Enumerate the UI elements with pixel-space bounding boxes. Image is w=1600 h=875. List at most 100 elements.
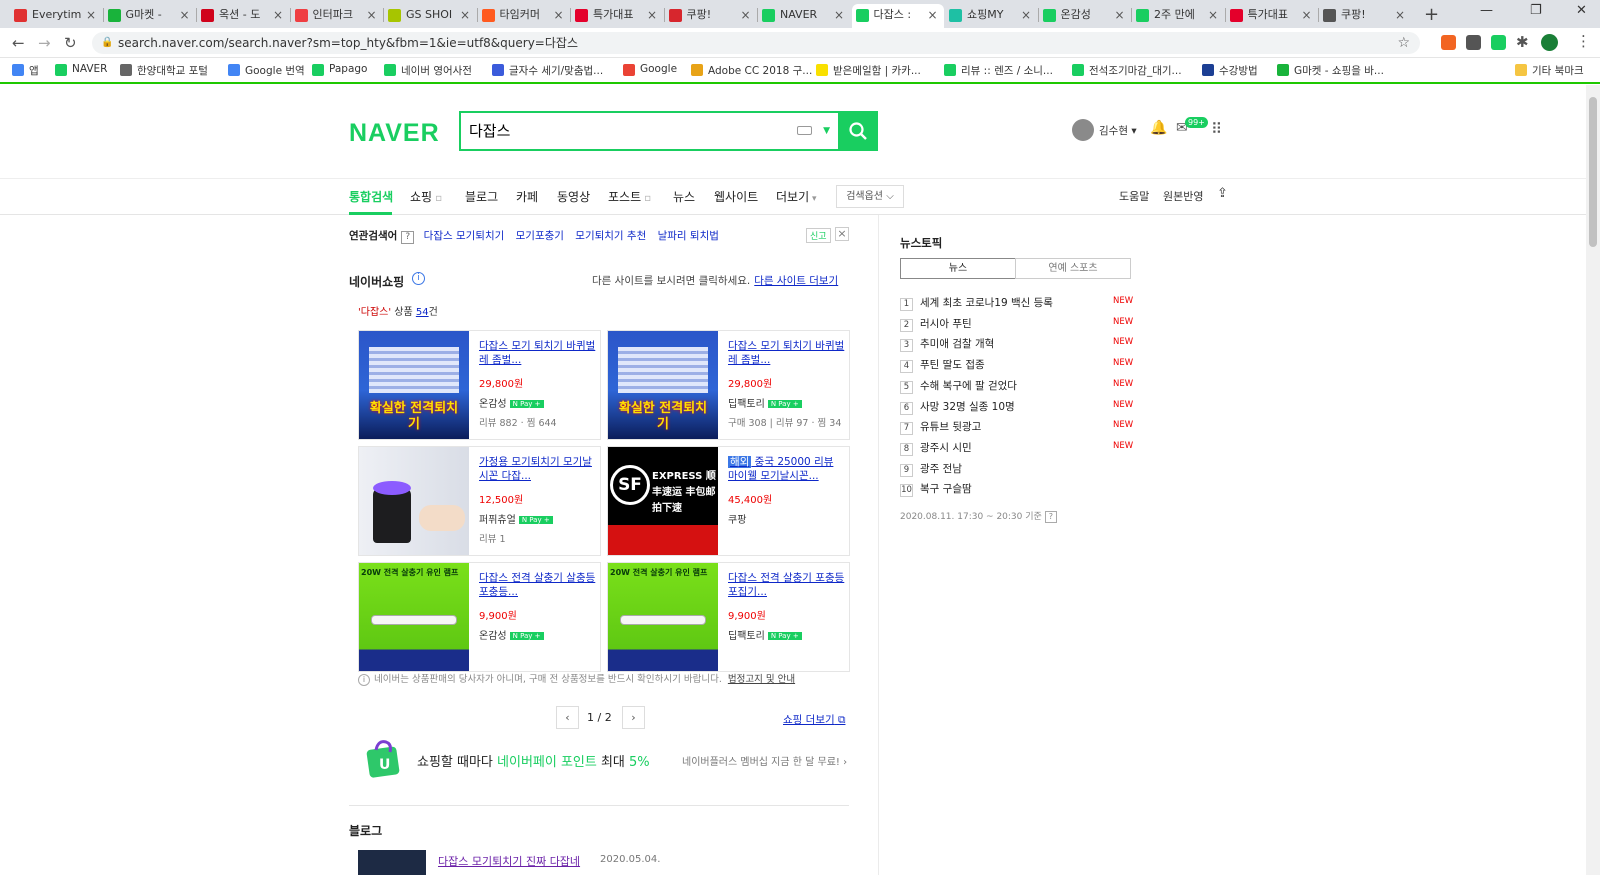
blog-post-link[interactable]: 다잡스 모기퇴치기 진짜 다잡네 xyxy=(438,853,580,869)
tab-close-icon[interactable]: × xyxy=(460,4,470,26)
browser-tab[interactable]: G마켓 - × xyxy=(104,4,196,28)
tab-5[interactable]: 포스트 ▫ xyxy=(608,188,651,205)
tab-close-icon[interactable]: × xyxy=(366,4,376,26)
browser-tab[interactable]: 다잡스 : × xyxy=(851,4,944,28)
news-item[interactable]: 6 사망 32명 실종 10명 NEW xyxy=(900,399,1133,415)
keyboard-icon[interactable] xyxy=(797,126,812,135)
product-card[interactable]: 확실한 전격퇴치기 다잡스 모기 퇴치기 바퀴벌레 좀벌... 29,800원 온감성… xyxy=(358,330,601,440)
tab-4[interactable]: 동영상 xyxy=(557,188,590,205)
legal-link[interactable]: 법정고지 및 안내 xyxy=(728,674,795,685)
product-card[interactable]: 20W 전격 살충기 유인 램프 다잡스 전격 살충기 포충등 포집기... 9,9… xyxy=(607,562,850,672)
product-image[interactable]: 확실한 전격퇴치기 xyxy=(359,331,469,439)
bookmark-item[interactable]: G마켓 - 쇼핑을 바... xyxy=(1277,63,1384,78)
bookmark-item[interactable]: Adobe CC 2018 구... xyxy=(691,63,812,78)
bookmark-item[interactable]: 글자수 세기/맞춤법... xyxy=(492,63,603,78)
next-page-button[interactable]: › xyxy=(622,706,645,729)
reload-icon[interactable]: ↻ xyxy=(64,34,77,52)
tab-close-icon[interactable]: × xyxy=(273,4,283,26)
product-card[interactable]: 확실한 전격퇴치기 다잡스 모기 퇴치기 바퀴벌레 좀벌... 29,800원 딥팩토… xyxy=(607,330,850,440)
product-image[interactable]: 20W 전격 살충기 유인 램프 xyxy=(608,563,718,671)
new-tab-icon[interactable]: + xyxy=(1424,4,1439,25)
news-item[interactable]: 1 세계 최초 코로나19 백신 등록 NEW xyxy=(900,295,1133,311)
back-icon[interactable]: ← xyxy=(12,34,25,52)
product-image[interactable]: SF EXPRESS 顺丰速运 丰包邮 拍下速 xyxy=(608,447,718,555)
product-name-link[interactable]: 다잡스 전격 살충기 살충등 포충등... xyxy=(479,571,597,601)
tab-close-icon[interactable]: × xyxy=(553,4,563,26)
browser-tab[interactable]: Everytim × xyxy=(10,4,102,28)
product-seller[interactable]: 딥팩토리 N Pay + xyxy=(728,627,846,642)
bookmark-item[interactable]: Google 번역 xyxy=(228,63,305,78)
tab-close-icon[interactable]: × xyxy=(740,4,750,26)
product-name-link[interactable]: 가정용 모기퇴치기 모기날시꼰 다잡... xyxy=(479,455,597,485)
related-item[interactable]: 모기포충기 xyxy=(516,230,564,242)
tab-news[interactable]: 뉴스 xyxy=(900,258,1016,279)
browser-tab[interactable]: 옥션 - 도 × xyxy=(197,4,289,28)
tab-entertainment-sports[interactable]: 연예 스포츠 xyxy=(1015,258,1131,279)
tab-close-icon[interactable]: × xyxy=(1395,4,1405,26)
tab-close-icon[interactable]: × xyxy=(927,4,937,26)
tab-0[interactable]: 통합검색 xyxy=(349,188,393,205)
browser-tab[interactable]: 쇼핑MY × xyxy=(945,4,1037,28)
news-item[interactable]: 5 수해 복구에 팔 걷었다 NEW xyxy=(900,378,1133,394)
product-image[interactable] xyxy=(359,447,469,555)
search-options-button[interactable]: 검색옵션 ⌵ xyxy=(836,185,904,208)
news-item[interactable]: 4 푸틴 딸도 접종 NEW xyxy=(900,357,1133,374)
bookmark-item[interactable]: 앱 xyxy=(12,63,39,78)
tab-close-icon[interactable]: × xyxy=(647,4,657,26)
tab-close-icon[interactable]: × xyxy=(179,4,189,26)
extension-icon[interactable] xyxy=(1491,35,1506,50)
browser-tab[interactable]: 특가대표 × xyxy=(571,4,663,28)
minimize-icon[interactable]: — xyxy=(1480,3,1493,18)
bookmark-item[interactable]: 리뷰 :: 렌즈 / 소니... xyxy=(944,63,1053,78)
other-bookmarks[interactable]: 기타 북마크 xyxy=(1515,63,1584,78)
bookmark-star-icon[interactable]: ☆ xyxy=(1397,32,1410,54)
product-seller[interactable]: 온감성 N Pay + xyxy=(479,627,597,642)
bell-icon[interactable]: 🔔 xyxy=(1150,120,1167,136)
product-name-link[interactable]: 다잡스 전격 살충기 포충등 포집기... xyxy=(728,571,846,601)
menu-dots-icon[interactable]: ⋮ xyxy=(1576,32,1591,50)
tab-3[interactable]: 카페 xyxy=(516,188,538,205)
tab-2[interactable]: 블로그 xyxy=(465,188,498,205)
apps-grid-icon[interactable]: ⠿ xyxy=(1211,120,1222,138)
naverpay-promo[interactable]: U 쇼핑할 때마다 네이버페이 포인트 최대 5% 네이버플러스 멤버십 지금 … xyxy=(364,738,849,782)
product-card[interactable]: SF EXPRESS 顺丰速运 丰包邮 拍下速 해외 중국 25000 리뷰 마이웰… xyxy=(607,446,850,556)
product-seller[interactable]: 딥팩토리 N Pay + xyxy=(728,395,846,410)
related-item[interactable]: 날파리 퇴치법 xyxy=(658,230,719,242)
product-name-link[interactable]: 다잡스 모기 퇴치기 바퀴벌레 좀벌... xyxy=(479,339,597,369)
bookmark-item[interactable]: 한양대학교 포털 xyxy=(120,63,208,78)
related-item[interactable]: 모기퇴치기 추천 xyxy=(575,230,646,242)
bookmark-item[interactable]: 네이버 영어사전 xyxy=(384,63,472,78)
bookmark-item[interactable]: 전석조기마감_대기... xyxy=(1072,63,1182,78)
profile-avatar[interactable] xyxy=(1541,34,1558,51)
naver-logo[interactable]: NAVER xyxy=(349,119,440,148)
scrollbar[interactable] xyxy=(1586,85,1600,875)
bookmark-item[interactable]: 받은메일함 | 카카... xyxy=(816,63,921,78)
tab-close-icon[interactable]: × xyxy=(1301,4,1311,26)
news-item[interactable]: 7 유튜브 뒷광고 NEW xyxy=(900,419,1133,436)
related-item[interactable]: 다잡스 모기퇴치기 xyxy=(424,230,505,242)
product-seller[interactable]: 온감성 N Pay + xyxy=(479,395,597,410)
product-image[interactable]: 20W 전격 살충기 유인 램프 xyxy=(359,563,469,671)
forward-icon[interactable]: → xyxy=(38,34,51,52)
search-button[interactable] xyxy=(838,111,878,151)
product-name-link[interactable]: 다잡스 모기 퇴치기 바퀴벌레 좀벌... xyxy=(728,339,846,369)
chevron-down-icon[interactable]: ▼ xyxy=(823,113,830,149)
help-icon[interactable]: ? xyxy=(1044,511,1057,523)
product-card[interactable]: 가정용 모기퇴치기 모기날시꼰 다잡... 12,500원 퍼퓌츄얼 N Pay + 리… xyxy=(358,446,601,556)
tab-close-icon[interactable]: × xyxy=(86,4,96,26)
tab-6[interactable]: 뉴스 xyxy=(673,188,695,205)
url-input[interactable]: 🔒 search.naver.com/search.naver?sm=top_h… xyxy=(92,32,1420,54)
tab-close-icon[interactable]: × xyxy=(1208,4,1218,26)
browser-tab[interactable]: 타임커머 × xyxy=(478,4,570,28)
share-icon[interactable]: ⇪ xyxy=(1217,186,1228,201)
tab-close-icon[interactable]: × xyxy=(834,4,844,26)
avatar[interactable] xyxy=(1072,119,1094,141)
restore-icon[interactable]: ❐ xyxy=(1530,3,1542,18)
user-name[interactable]: 김수현 ▾ xyxy=(1099,123,1137,138)
bookmark-item[interactable]: Papago xyxy=(312,63,367,76)
search-input[interactable]: 다잡스 ▼ xyxy=(459,111,838,151)
product-seller[interactable]: 쿠팡 xyxy=(728,511,846,526)
tab-close-icon[interactable]: × xyxy=(1021,4,1031,26)
promo-membership-link[interactable]: 네이버플러스 멤버십 지금 한 달 무료! › xyxy=(682,753,847,768)
feedback-link[interactable]: 원본반영 xyxy=(1163,188,1203,204)
